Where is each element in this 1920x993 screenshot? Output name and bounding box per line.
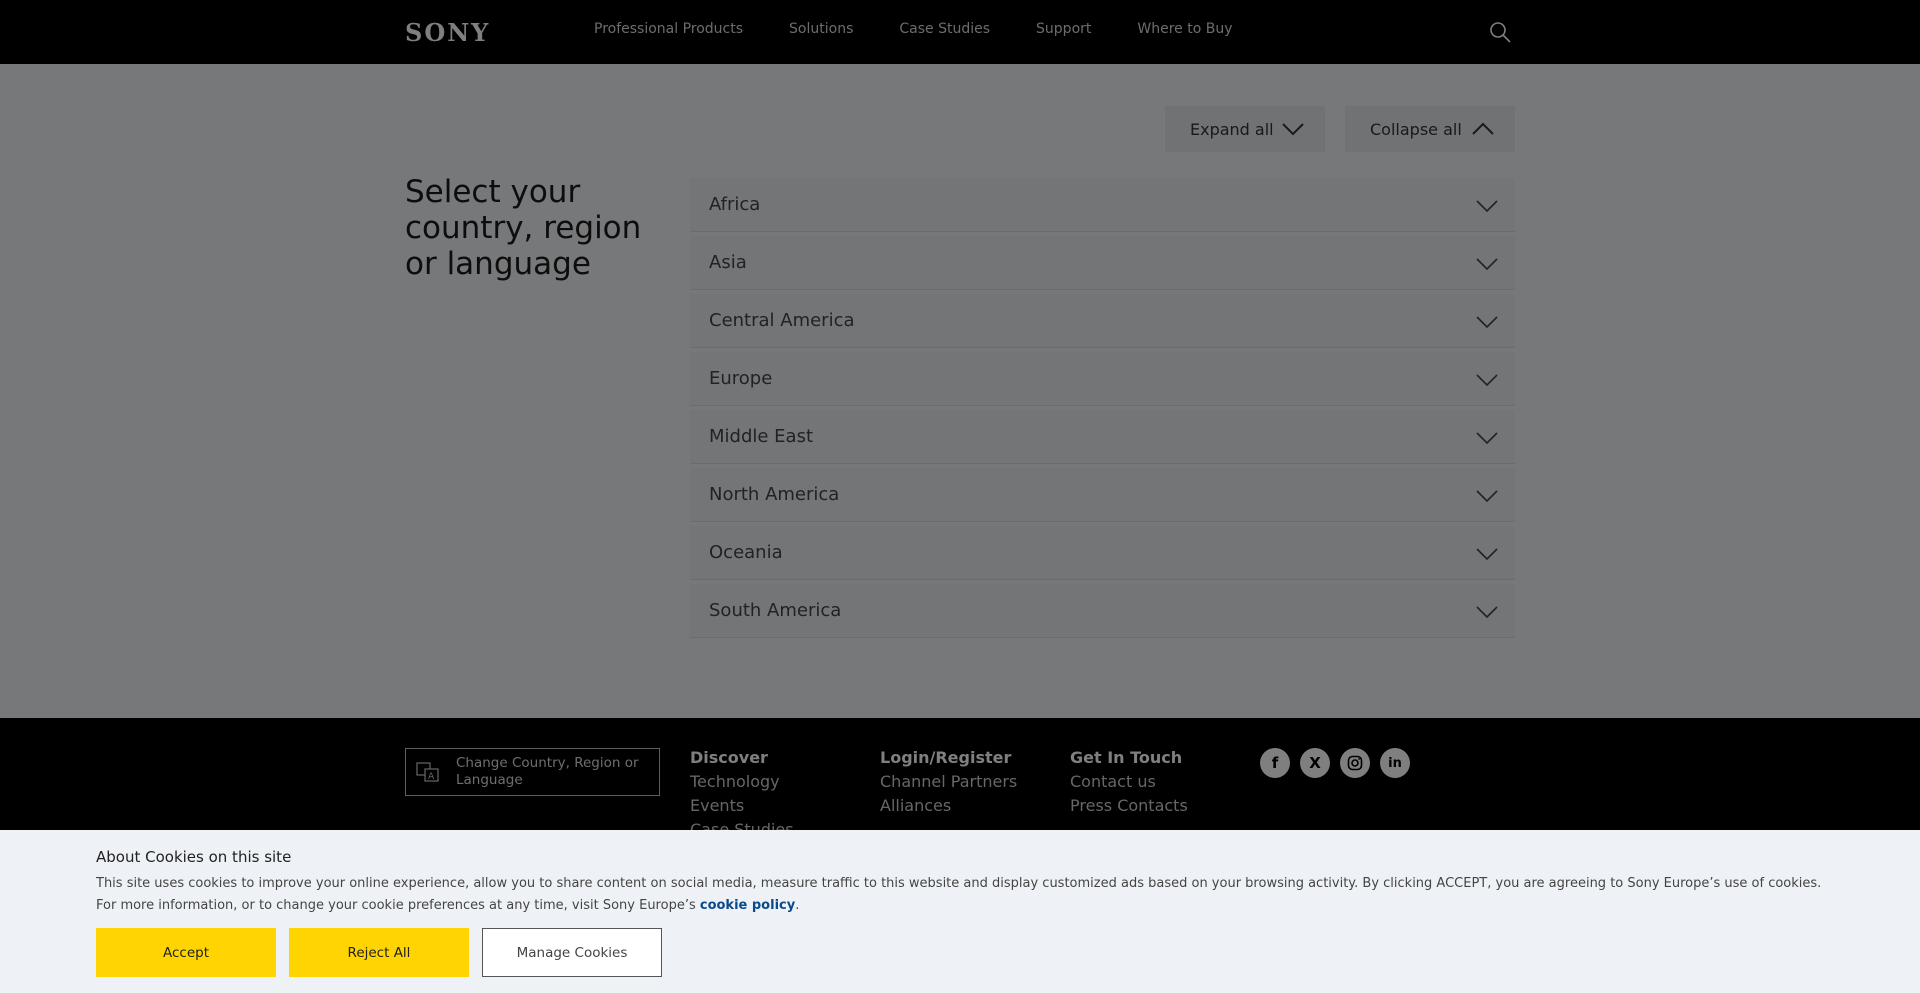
collapse-all-label: Collapse all bbox=[1370, 119, 1462, 139]
chevron-down-icon bbox=[1476, 374, 1498, 387]
footer-heading: Discover bbox=[690, 748, 768, 767]
cookie-policy-link[interactable]: cookie policy bbox=[700, 898, 795, 913]
footer-col-login: Login/Register Channel Partners Alliance… bbox=[880, 748, 1017, 818]
social-links: f X in bbox=[1260, 748, 1420, 778]
chevron-down-icon bbox=[1476, 316, 1498, 329]
nav-support[interactable]: Support bbox=[1036, 21, 1091, 37]
footer-link-case-studies[interactable]: Case Studies bbox=[690, 818, 794, 830]
reject-all-button[interactable]: Reject All bbox=[289, 928, 469, 977]
change-country-button[interactable]: A Change Country, Region or Language bbox=[405, 748, 660, 796]
linkedin-icon[interactable]: in bbox=[1380, 748, 1410, 778]
region-oceania[interactable]: Oceania bbox=[690, 526, 1515, 580]
region-label: Middle East bbox=[709, 426, 814, 447]
nav-professional-products[interactable]: Professional Products bbox=[594, 21, 743, 37]
footer-link-events[interactable]: Events bbox=[690, 794, 794, 818]
main-nav: Professional Products Solutions Case Stu… bbox=[594, 21, 1278, 37]
chevron-up-icon bbox=[1472, 122, 1494, 135]
region-label: South America bbox=[709, 600, 842, 621]
change-country-label: Change Country, Region or Language bbox=[456, 755, 639, 788]
facebook-icon[interactable]: f bbox=[1260, 748, 1290, 778]
footer-link-contact-us[interactable]: Contact us bbox=[1070, 770, 1188, 794]
language-icon: A bbox=[416, 762, 439, 782]
chevron-down-icon bbox=[1476, 200, 1498, 213]
region-label: Europe bbox=[709, 368, 773, 389]
site-header: SONY Professional Products Solutions Cas… bbox=[0, 0, 1920, 64]
region-africa[interactable]: Africa bbox=[690, 178, 1515, 232]
instagram-icon[interactable] bbox=[1340, 748, 1370, 778]
cookie-text: This site uses cookies to improve your o… bbox=[96, 873, 1826, 917]
cookie-title: About Cookies on this site bbox=[96, 848, 292, 866]
region-accordion: Africa Asia Central America Europe Middl… bbox=[690, 178, 1515, 642]
page-title: Select your country, region or language bbox=[405, 174, 642, 282]
x-icon[interactable]: X bbox=[1300, 748, 1330, 778]
nav-where-to-buy[interactable]: Where to Buy bbox=[1137, 21, 1232, 37]
search-icon[interactable] bbox=[1488, 20, 1514, 46]
chevron-down-icon bbox=[1476, 606, 1498, 619]
region-label: Africa bbox=[709, 194, 761, 215]
collapse-all-button[interactable]: Collapse all bbox=[1345, 106, 1515, 152]
region-label: Central America bbox=[709, 310, 855, 331]
region-label: North America bbox=[709, 484, 840, 505]
chevron-down-icon bbox=[1476, 548, 1498, 561]
footer-heading: Get In Touch bbox=[1070, 748, 1183, 767]
footer-heading: Login/Register bbox=[880, 748, 1012, 767]
cookie-body-end: . bbox=[795, 898, 800, 913]
main-content: Expand all Collapse all Select your coun… bbox=[0, 64, 1920, 718]
region-middle-east[interactable]: Middle East bbox=[690, 410, 1515, 464]
region-north-america[interactable]: North America bbox=[690, 468, 1515, 522]
expand-all-label: Expand all bbox=[1190, 119, 1274, 139]
footer-link-press-contacts[interactable]: Press Contacts bbox=[1070, 794, 1188, 818]
chevron-down-icon bbox=[1282, 123, 1304, 136]
site-footer: A Change Country, Region or Language Dis… bbox=[0, 718, 1920, 830]
footer-link-technology[interactable]: Technology bbox=[690, 770, 794, 794]
cookie-body: This site uses cookies to improve your o… bbox=[96, 876, 1822, 913]
sony-logo[interactable]: SONY bbox=[405, 18, 490, 47]
region-south-america[interactable]: South America bbox=[690, 584, 1515, 638]
expand-all-button[interactable]: Expand all bbox=[1165, 106, 1325, 152]
footer-link-alliances[interactable]: Alliances bbox=[880, 794, 1017, 818]
nav-case-studies[interactable]: Case Studies bbox=[899, 21, 990, 37]
accept-button[interactable]: Accept bbox=[96, 928, 276, 977]
region-label: Oceania bbox=[709, 542, 783, 563]
chevron-down-icon bbox=[1476, 432, 1498, 445]
region-label: Asia bbox=[709, 252, 747, 273]
cookie-banner: About Cookies on this site This site use… bbox=[0, 830, 1920, 993]
manage-cookies-button[interactable]: Manage Cookies bbox=[482, 928, 662, 977]
footer-col-discover: Discover Technology Events Case Studies bbox=[690, 748, 794, 830]
chevron-down-icon bbox=[1476, 258, 1498, 271]
region-europe[interactable]: Europe bbox=[690, 352, 1515, 406]
footer-link-channel-partners[interactable]: Channel Partners bbox=[880, 770, 1017, 794]
nav-solutions[interactable]: Solutions bbox=[789, 21, 853, 37]
region-asia[interactable]: Asia bbox=[690, 236, 1515, 290]
region-central-america[interactable]: Central America bbox=[690, 294, 1515, 348]
svg-text:A: A bbox=[428, 772, 435, 782]
chevron-down-icon bbox=[1476, 490, 1498, 503]
footer-col-get-in-touch: Get In Touch Contact us Press Contacts bbox=[1070, 748, 1188, 818]
